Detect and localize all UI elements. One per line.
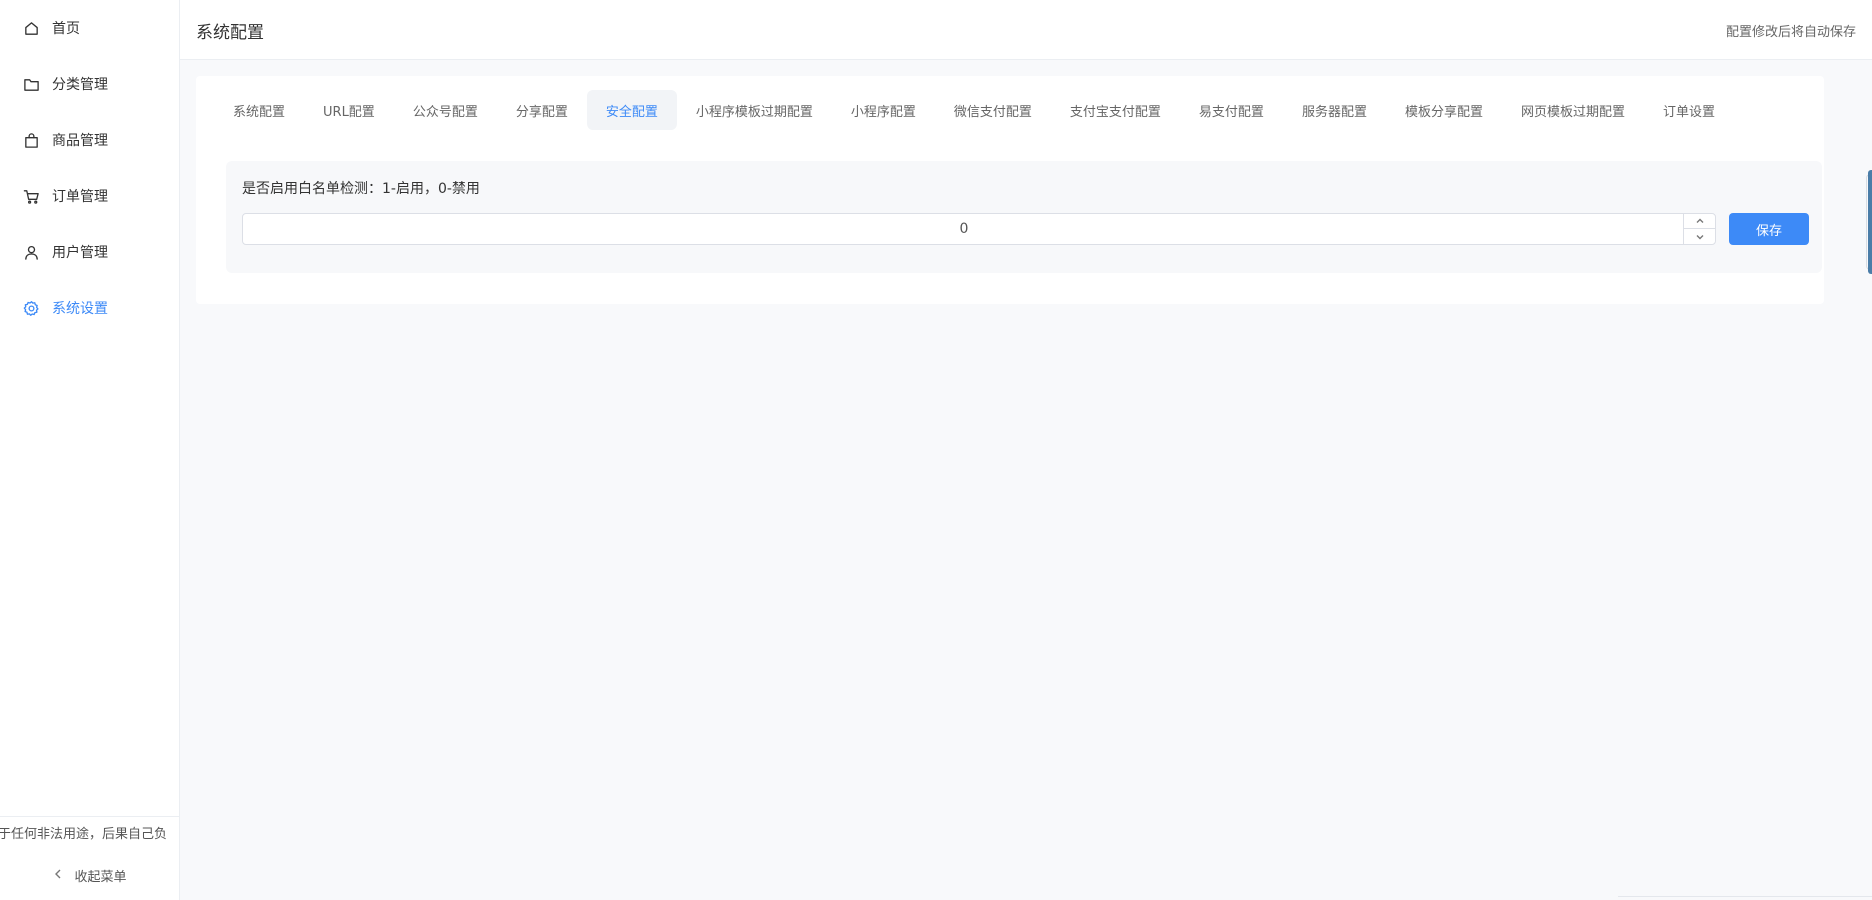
sidebar-item-label: 系统设置 — [52, 301, 108, 317]
tab-template-share-config[interactable]: 模板分享配置 — [1386, 90, 1502, 130]
disclaimer-text: 于任何非法用途，后果自己负 — [0, 816, 179, 840]
cart-icon — [22, 187, 40, 205]
page-title: 系统配置 — [196, 23, 264, 43]
tab-order-settings[interactable]: 订单设置 — [1644, 90, 1734, 130]
tab-url-config[interactable]: URL配置 — [304, 90, 394, 130]
tab-official-account-config[interactable]: 公众号配置 — [394, 90, 497, 130]
sidebar-item-label: 分类管理 — [52, 77, 108, 93]
sidebar-item-home[interactable]: 首页 — [0, 8, 179, 48]
whitelist-field-label: 是否启用白名单检测：1-启用，0-禁用 — [242, 181, 480, 197]
increment-button[interactable] — [1684, 214, 1715, 229]
gear-icon — [22, 299, 40, 317]
tab-alipay-config[interactable]: 支付宝支付配置 — [1051, 90, 1180, 130]
config-tabs: 系统配置 URL配置 公众号配置 分享配置 安全配置 小程序模板过期配置 小程序… — [214, 90, 1734, 130]
config-card: 系统配置 URL配置 公众号配置 分享配置 安全配置 小程序模板过期配置 小程序… — [196, 76, 1824, 304]
collapse-menu-label: 收起菜单 — [74, 869, 127, 885]
sidebar-item-products[interactable]: 商品管理 — [0, 120, 179, 160]
tab-server-config[interactable]: 服务器配置 — [1283, 90, 1386, 130]
tab-system-config[interactable]: 系统配置 — [214, 90, 304, 130]
tab-web-template-expiry-config[interactable]: 网页模板过期配置 — [1502, 90, 1644, 130]
chevron-down-icon — [1696, 234, 1703, 239]
bottom-divider — [1618, 896, 1872, 897]
tab-epay-config[interactable]: 易支付配置 — [1180, 90, 1283, 130]
tab-share-config[interactable]: 分享配置 — [497, 90, 587, 130]
side-drawer-handle[interactable] — [1868, 170, 1872, 274]
autosave-hint: 配置修改后将自动保存 — [1725, 25, 1856, 40]
user-icon — [22, 243, 40, 261]
shopping-bag-icon — [22, 131, 40, 149]
quantity-stepper — [1683, 214, 1715, 244]
save-button[interactable]: 保存 — [1729, 213, 1809, 245]
collapse-menu-button[interactable]: 收起菜单 — [0, 860, 179, 890]
sidebar-item-users[interactable]: 用户管理 — [0, 232, 179, 272]
chevron-left-icon — [52, 868, 66, 882]
sidebar-item-orders[interactable]: 订单管理 — [0, 176, 179, 216]
whitelist-form-panel: 是否启用白名单检测：1-启用，0-禁用 保存 — [226, 161, 1822, 273]
home-icon — [22, 19, 40, 37]
tab-miniprogram-template-expiry-config[interactable]: 小程序模板过期配置 — [677, 90, 832, 130]
sidebar: 首页 分类管理 商品管理 订单管理 用户管理 系统设置 于任何非法用途，后果自己… — [0, 0, 180, 900]
sidebar-item-label: 订单管理 — [52, 189, 108, 205]
tab-security-config[interactable]: 安全配置 — [586, 90, 677, 130]
whitelist-number-input — [242, 213, 1716, 245]
folder-icon — [22, 75, 40, 93]
page-header: 系统配置 配置修改后将自动保存 — [180, 0, 1872, 60]
sidebar-item-label: 商品管理 — [52, 133, 108, 149]
sidebar-item-system-settings[interactable]: 系统设置 — [0, 288, 179, 328]
tab-miniprogram-config[interactable]: 小程序配置 — [832, 90, 935, 130]
sidebar-item-label: 首页 — [52, 21, 80, 37]
sidebar-item-label: 用户管理 — [52, 245, 108, 261]
chevron-up-icon — [1696, 218, 1703, 223]
decrement-button[interactable] — [1684, 229, 1715, 244]
whitelist-value-input[interactable] — [243, 214, 1685, 244]
tab-wechat-pay-config[interactable]: 微信支付配置 — [935, 90, 1051, 130]
sidebar-item-category[interactable]: 分类管理 — [0, 64, 179, 104]
disclaimer-label: 于任何非法用途，后果自己负 — [0, 827, 168, 840]
